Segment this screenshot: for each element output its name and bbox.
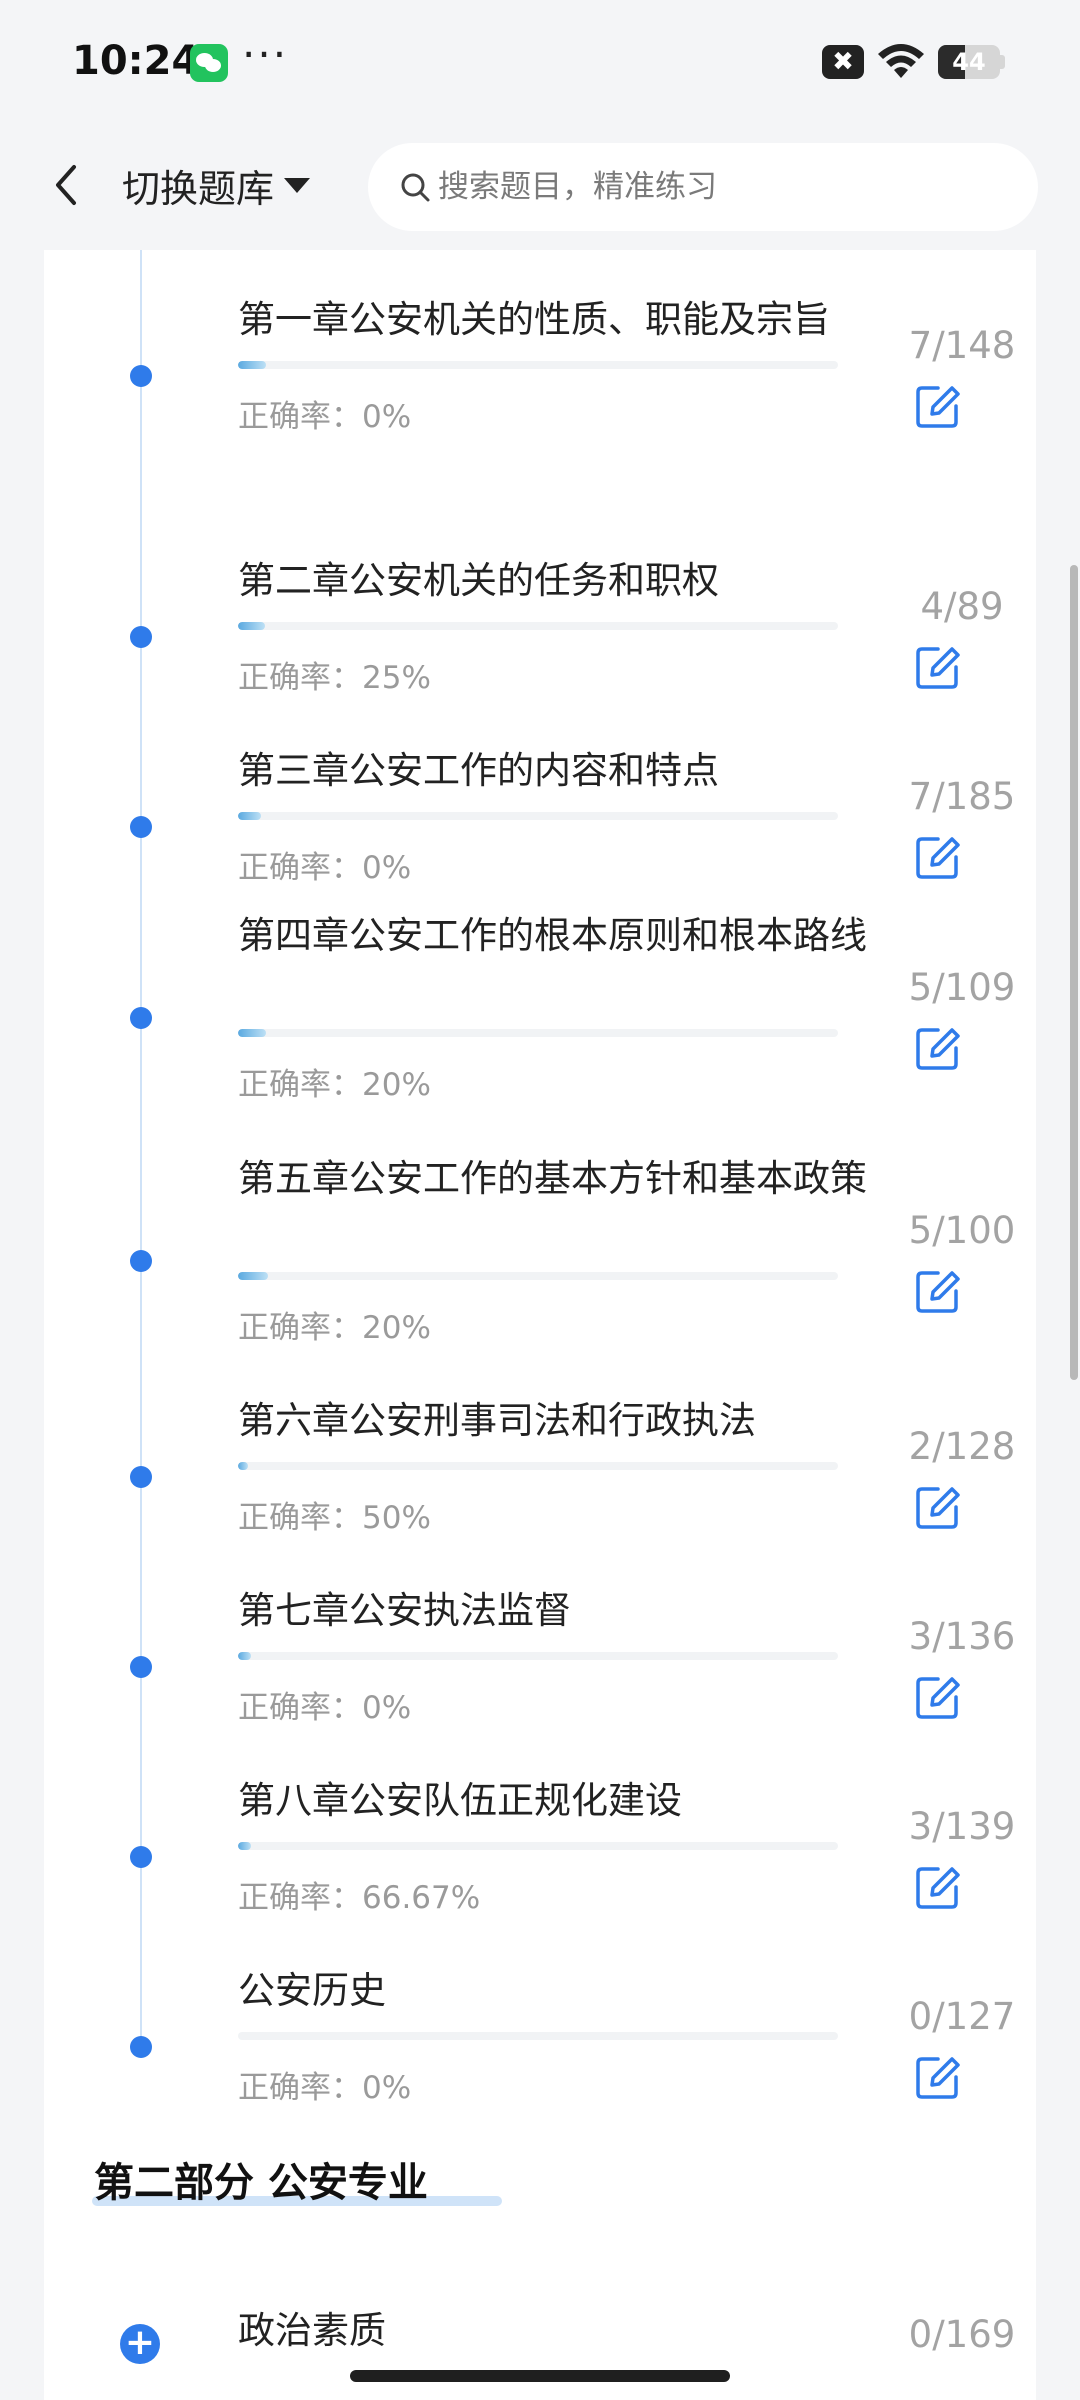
progress-track	[238, 1272, 838, 1280]
accuracy-rate: 正确率：20%	[238, 1310, 431, 1346]
edit-practice-icon[interactable]	[912, 380, 964, 432]
edit-practice-icon[interactable]	[912, 641, 964, 693]
question-count: 5/100	[908, 1209, 1016, 1252]
section-title: 第二部分 公安专业	[94, 2160, 428, 2206]
question-count: 3/136	[908, 1615, 1016, 1658]
edit-practice-icon[interactable]	[912, 1861, 964, 1913]
progress-track	[238, 1842, 838, 1850]
progress-fill	[238, 812, 261, 820]
accuracy-rate: 正确率：0%	[238, 850, 412, 886]
chapter-title: 第六章公安刑事司法和行政执法	[238, 1399, 756, 1442]
timeline-dot	[130, 2036, 152, 2058]
progress-track	[238, 2032, 838, 2040]
chapter-title: 第五章公安工作的基本方针和基本政策	[238, 1157, 867, 1200]
chapter-row[interactable]: 第三章公安工作的内容和特点正确率：0% 7/185	[44, 745, 1036, 909]
progress-track	[238, 1462, 838, 1470]
progress-fill	[238, 1029, 266, 1037]
progress-track	[238, 812, 838, 820]
edit-practice-icon[interactable]	[912, 2051, 964, 2103]
home-indicator[interactable]	[350, 2370, 730, 2382]
question-count: 2/128	[908, 1425, 1016, 1468]
chapter-row[interactable]: 第六章公安刑事司法和行政执法正确率：50% 2/128	[44, 1395, 1036, 1559]
edit-practice-icon[interactable]	[912, 1265, 964, 1317]
timeline-line	[140, 250, 142, 2040]
chapter-list-card: 第一章公安机关的性质、职能及宗旨正确率：0% 7/148 第二章公安机关的任务和职权…	[44, 250, 1036, 2400]
chapter-row[interactable]: 公安历史正确率：0% 0/127	[44, 1965, 1036, 2129]
caret-down-icon	[284, 177, 311, 193]
chapter-title: 政治素质	[238, 2309, 386, 2352]
chapter-row[interactable]: 第七章公安执法监督正确率：0% 3/136	[44, 1585, 1036, 1749]
accuracy-rate: 正确率：50%	[238, 1500, 431, 1536]
progress-fill	[238, 1652, 252, 1660]
timeline-dot	[130, 365, 152, 387]
question-count: 0/127	[908, 1995, 1016, 2038]
progress-fill	[238, 361, 267, 369]
back-arrow-icon[interactable]	[44, 155, 94, 215]
screen: 10:24 ··· ✖ 44 切换题库 搜索题目，精准练习 第一章公安机关的性质…	[0, 0, 1080, 2400]
chapter-title: 公安历史	[238, 1969, 386, 2012]
header: 切换题库	[0, 125, 1080, 250]
timeline-dot	[130, 626, 152, 648]
timeline-dot	[130, 816, 152, 838]
chapter-title: 第一章公安机关的性质、职能及宗旨	[238, 298, 830, 341]
edit-practice-icon[interactable]	[912, 831, 964, 883]
wechat-icon	[190, 44, 228, 82]
chapter-title: 第八章公安队伍正规化建设	[238, 1779, 682, 1822]
switch-question-bank-label: 切换题库	[122, 166, 275, 211]
progress-track	[238, 1029, 838, 1037]
x-badge-icon: ✖	[822, 45, 864, 79]
progress-fill	[238, 1842, 252, 1850]
chapter-row[interactable]: 第八章公安队伍正规化建设正确率：66.67% 3/139	[44, 1775, 1036, 1939]
wifi-icon	[878, 44, 924, 78]
progress-fill	[238, 1272, 268, 1280]
question-count: 0/169	[908, 2313, 1016, 2356]
timeline-dot	[130, 1846, 152, 1868]
timeline-dot	[130, 1656, 152, 1678]
accuracy-rate: 正确率：0%	[238, 2070, 412, 2106]
switch-question-bank-button[interactable]: 切换题库	[122, 157, 311, 213]
battery-tip	[1000, 55, 1005, 69]
question-count: 5/109	[908, 966, 1016, 1009]
question-count: 3/139	[908, 1805, 1016, 1848]
timeline-dot	[130, 1466, 152, 1488]
chapter-title: 第七章公安执法监督	[238, 1589, 571, 1632]
chapter-title: 第三章公安工作的内容和特点	[238, 749, 719, 792]
status-time: 10:24	[72, 38, 200, 84]
accuracy-rate: 正确率：20%	[238, 1067, 431, 1103]
battery-icon: 44	[938, 45, 1000, 79]
question-count: 7/148	[908, 324, 1016, 367]
search-box[interactable]	[368, 143, 1038, 231]
chapter-row[interactable]: 第四章公安工作的根本原则和根本路线正确率：20% 5/109	[44, 910, 1036, 1126]
progress-fill	[238, 622, 265, 630]
accuracy-rate: 正确率：0%	[238, 1690, 412, 1726]
chapter-row[interactable]: 第二章公安机关的任务和职权正确率：25% 4/89	[44, 555, 1036, 719]
progress-track	[238, 361, 838, 369]
accuracy-rate: 正确率：66.67%	[238, 1880, 481, 1916]
accuracy-rate: 正确率：0%	[238, 399, 412, 435]
chapter-row[interactable]: 第五章公安工作的基本方针和基本政策正确率：20% 5/100	[44, 1153, 1036, 1369]
edit-practice-icon[interactable]	[912, 1671, 964, 1723]
question-count: 4/89	[920, 585, 1004, 628]
search-icon	[401, 173, 430, 202]
chapter-title: 第二章公安机关的任务和职权	[238, 559, 719, 602]
scrollbar[interactable]	[1070, 565, 1078, 1380]
progress-track	[238, 1652, 838, 1660]
progress-track	[238, 622, 838, 630]
status-bar: 10:24 ··· ✖ 44	[0, 0, 1080, 125]
search-input[interactable]	[438, 169, 998, 205]
edit-practice-icon[interactable]	[912, 1022, 964, 1074]
more-notifications-icon: ···	[242, 30, 289, 79]
battery-level: 44	[952, 48, 986, 76]
edit-practice-icon[interactable]	[912, 1481, 964, 1533]
timeline-dot	[130, 1007, 152, 1029]
accuracy-rate: 正确率：25%	[238, 660, 431, 696]
question-count: 7/185	[908, 775, 1016, 818]
progress-fill	[238, 1462, 248, 1470]
expand-plus-icon[interactable]: +	[120, 2324, 160, 2364]
timeline-dot	[130, 1250, 152, 1272]
chapter-row[interactable]: 第一章公安机关的性质、职能及宗旨正确率：0% 7/148	[44, 294, 1036, 458]
chapter-title: 第四章公安工作的根本原则和根本路线	[238, 914, 867, 957]
